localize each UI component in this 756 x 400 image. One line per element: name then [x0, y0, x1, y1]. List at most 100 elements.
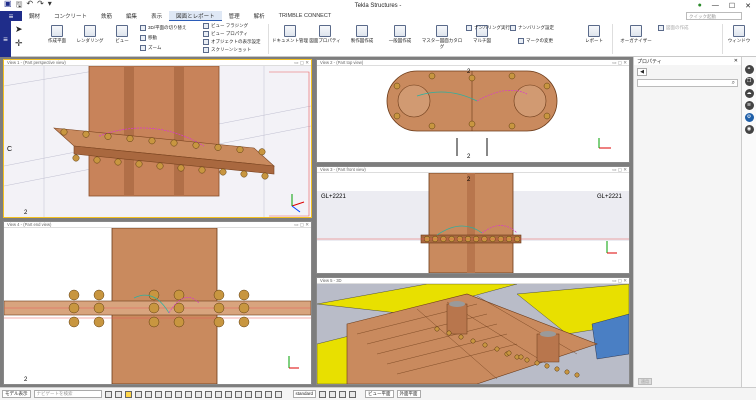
snap-icon[interactable]	[194, 390, 202, 398]
snap-icon[interactable]	[204, 390, 212, 398]
view-button[interactable]: ビュー	[110, 25, 134, 44]
snap-icon[interactable]	[164, 390, 172, 398]
screenshot-button[interactable]: スクリーンショット	[203, 47, 251, 53]
property-search-input[interactable]: ⌕	[637, 79, 738, 87]
snap-icon[interactable]	[274, 390, 282, 398]
tab-trimble-connect[interactable]: TRIMBLE CONNECT	[272, 11, 339, 21]
document-manager-button[interactable]: ドキュメント管理	[272, 25, 308, 44]
bolt-head	[126, 135, 134, 143]
snap-icon[interactable]	[224, 390, 232, 398]
catalog-icon[interactable]: ◉	[744, 125, 754, 134]
toggle-3d-button[interactable]: 3D/平面の切り替え	[140, 25, 187, 31]
close-icon[interactable]: ✕	[740, 2, 756, 10]
snap-icon[interactable]	[114, 390, 122, 398]
snap-icon[interactable]	[244, 390, 252, 398]
view-flagging-button[interactable]: ビュー フラジング	[203, 23, 248, 29]
snap-icon[interactable]	[214, 390, 222, 398]
tab-concrete[interactable]: コンクリート	[47, 11, 94, 21]
tab-view[interactable]: 表示	[144, 11, 169, 21]
snap-icon[interactable]	[234, 390, 242, 398]
view-perspective[interactable]: View 1 - (Part perspective view) ▭ ▢ ✕ C…	[3, 59, 312, 218]
bolt-head	[261, 172, 269, 180]
tab-analysis[interactable]: 解析	[247, 11, 272, 21]
apply-button[interactable]: 適用	[638, 378, 652, 385]
snap-icon[interactable]	[124, 390, 132, 398]
numbering-settings-button[interactable]: ナンバリング設定	[510, 25, 554, 31]
link-icon[interactable]: ⚭	[744, 65, 754, 74]
user-icon[interactable]: ●	[693, 2, 707, 9]
select-filter-dropdown[interactable]: モデル表示	[2, 390, 31, 398]
object-display-button[interactable]: オブジェクトの表示設定	[203, 39, 261, 45]
view-window-buttons[interactable]: ▭ ▢ ✕	[294, 60, 309, 66]
tab-drawings-reports[interactable]: 図面とレポート	[169, 11, 222, 21]
bolt-head	[170, 139, 178, 147]
rendering-button[interactable]: レンダリング	[76, 25, 104, 44]
bolt-head	[236, 146, 244, 154]
snap-icon[interactable]	[134, 390, 142, 398]
snap-tool[interactable]: ✛	[15, 38, 23, 49]
general-drawing-button[interactable]: 一般図作成	[383, 25, 417, 44]
bolt-head	[468, 74, 476, 82]
report-button[interactable]: レポート	[580, 25, 608, 44]
snap-icon[interactable]	[144, 390, 152, 398]
snap-icon[interactable]	[184, 390, 192, 398]
layers-icon[interactable]: ≋	[744, 101, 754, 110]
view-properties-button[interactable]: ビュー プロパティ	[203, 31, 248, 37]
master-drawing-catalog-button[interactable]: マスター図面カタログ	[420, 25, 464, 50]
window-button[interactable]: ウィンドウ	[726, 25, 752, 44]
tab-manage[interactable]: 管理	[222, 11, 247, 21]
fabrication-drawing-button[interactable]: 製作図作成	[345, 25, 379, 44]
plane-icon[interactable]	[339, 390, 347, 398]
drawing-properties-button[interactable]: 図面プロパティ	[308, 25, 342, 44]
snap-icon[interactable]	[174, 390, 182, 398]
snap-icon[interactable]	[254, 390, 262, 398]
bolt-head	[458, 334, 464, 340]
properties-icon[interactable]: ⚙	[744, 113, 754, 122]
tab-steel[interactable]: 鋼材	[22, 11, 47, 21]
minimize-icon[interactable]: —	[707, 2, 724, 9]
view-plane-dropdown[interactable]: ビュー平面	[365, 390, 394, 398]
settings-dropdown[interactable]: standard	[292, 390, 317, 398]
snap-icon[interactable]	[154, 390, 162, 398]
bolt-head	[60, 128, 68, 136]
outer-plane-dropdown[interactable]: 外面平面	[396, 390, 421, 398]
zoom-button[interactable]: ズーム	[140, 45, 161, 51]
tab-edit[interactable]: 編集	[119, 11, 144, 21]
snap-icon[interactable]	[104, 390, 112, 398]
cloud-icon[interactable]: ☁	[744, 89, 754, 98]
view-window-buttons[interactable]: ▭ ▢ ✕	[612, 60, 627, 66]
plane-icon[interactable]	[349, 390, 357, 398]
axis-label-c: C	[7, 146, 12, 153]
change-mark-button[interactable]: マークの変更	[518, 38, 553, 44]
view-window-buttons[interactable]: ▭ ▢ ✕	[612, 167, 627, 173]
panel-close-icon[interactable]: ✕	[734, 58, 738, 64]
view-end[interactable]: View 4 - (Part end view) ▭ ▢ ✕ 2	[3, 221, 312, 385]
snap-icon[interactable]	[264, 390, 272, 398]
view-window-buttons[interactable]: ▭ ▢ ✕	[294, 222, 309, 228]
view-3d[interactable]: View 5 - 3D ▭ ▢ ✕	[316, 277, 630, 385]
navigate-search-input[interactable]: ナビゲートを検索	[33, 390, 102, 398]
bolt-head	[428, 72, 436, 80]
plane-icon[interactable]	[329, 390, 337, 398]
organizer-button[interactable]: オーガナイザー	[618, 25, 654, 44]
maximize-icon[interactable]: ☐	[724, 2, 740, 10]
plane-icon[interactable]	[319, 390, 327, 398]
select-tool[interactable]: ➤	[15, 24, 23, 35]
work-plane-button[interactable]: 作成平面	[43, 25, 71, 44]
copy-icon[interactable]: ❐	[744, 77, 754, 86]
side-menu-button[interactable]: ≡	[0, 21, 11, 57]
back-button[interactable]: ◀	[637, 68, 647, 76]
quick-search-input[interactable]: クイック起動	[686, 12, 742, 20]
file-menu-button[interactable]: ≡	[0, 11, 22, 21]
view-top[interactable]: View 2 - (Part top view) ▭ ▢ ✕ 2 2	[316, 59, 630, 163]
view-window-buttons[interactable]: ▭ ▢ ✕	[612, 278, 627, 284]
view-front[interactable]: View 3 - (Part front view) ▭ ▢ ✕ GL+2221…	[316, 166, 630, 274]
bolt-head	[72, 154, 80, 162]
bolt-head	[240, 170, 248, 178]
bolt-head	[148, 302, 160, 314]
move-button[interactable]: 移動	[140, 35, 157, 41]
tab-rebar[interactable]: 鉄筋	[94, 11, 119, 21]
create-drawing-button[interactable]: 図面の作成	[658, 25, 689, 31]
bolt-head	[494, 346, 500, 352]
run-numbering-button[interactable]: ナンバリング実行	[466, 25, 510, 31]
